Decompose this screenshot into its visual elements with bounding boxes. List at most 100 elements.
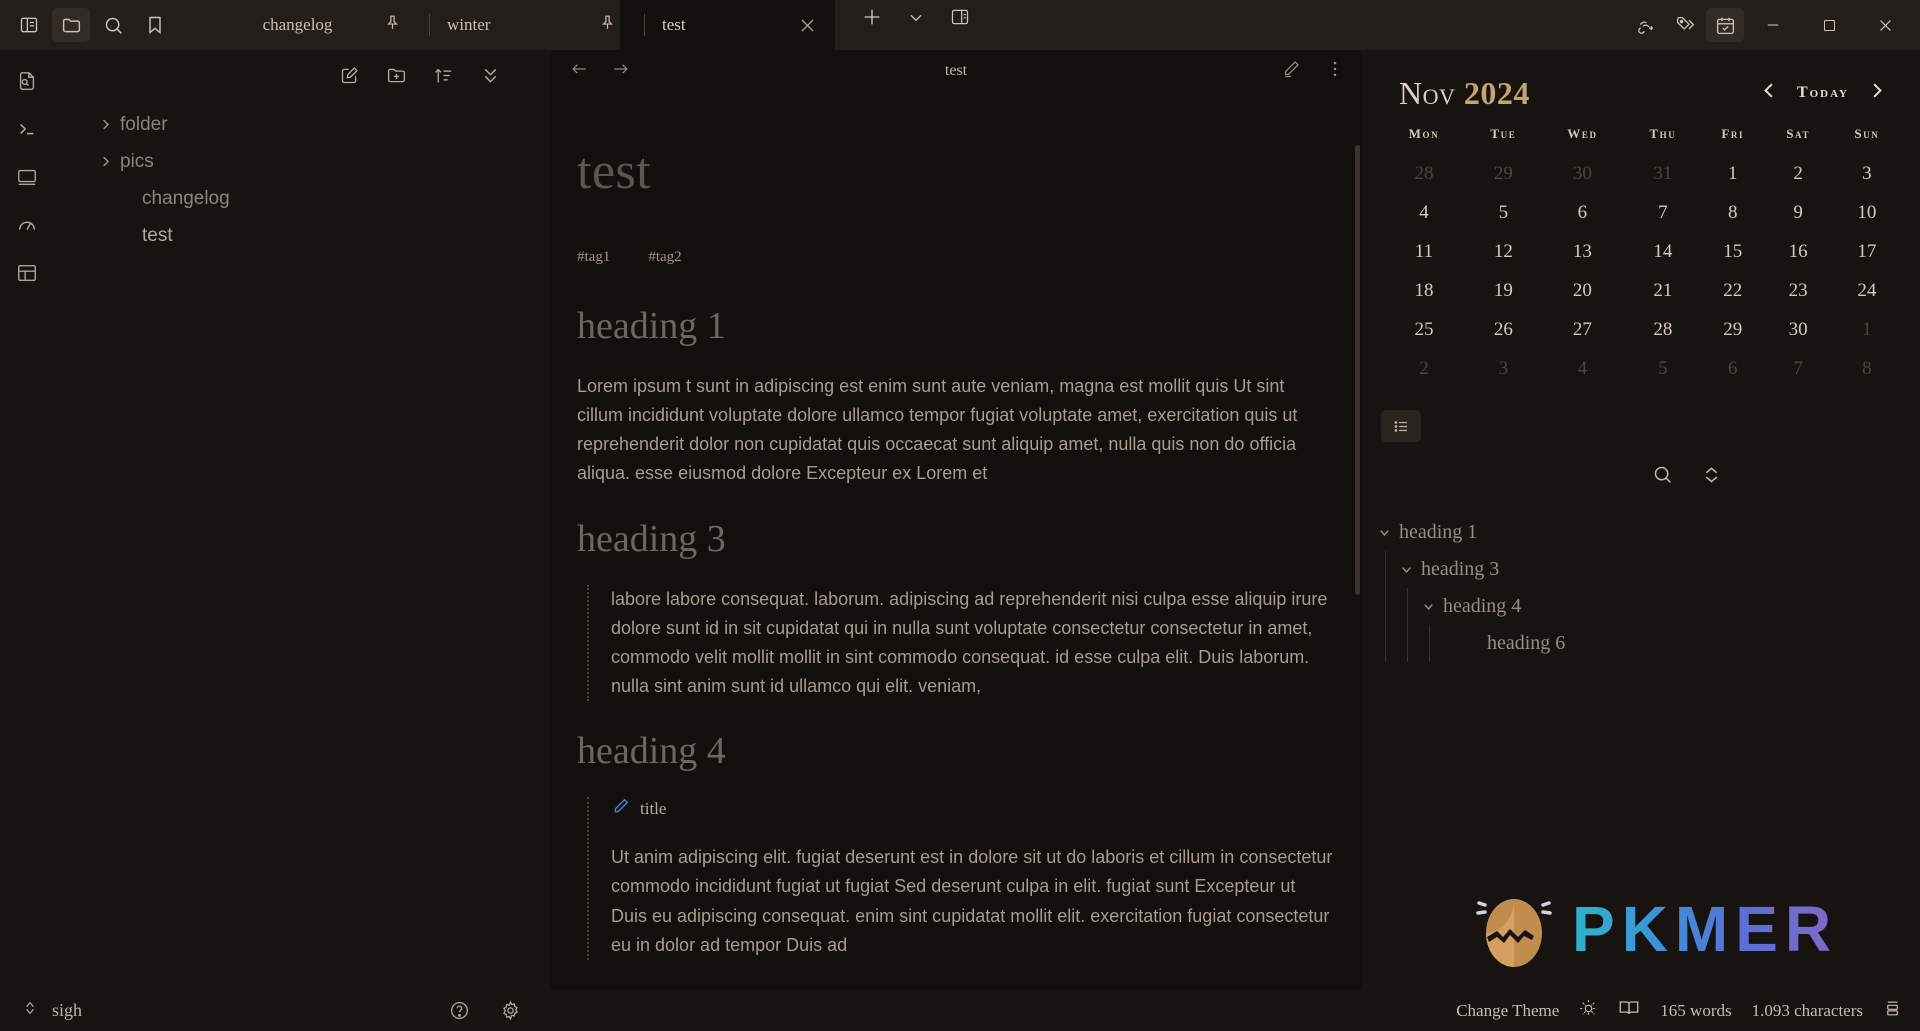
calendar-day[interactable]: 3 — [1832, 154, 1902, 193]
collapse-all-icon[interactable] — [480, 65, 501, 86]
window-icon[interactable] — [8, 160, 46, 194]
book-icon[interactable] — [1618, 997, 1640, 1024]
tab-winter[interactable]: winter — [387, 0, 620, 50]
calendar-day[interactable]: 26 — [1467, 310, 1540, 349]
tag-icon[interactable] — [1666, 8, 1704, 42]
more-options-icon[interactable] — [1325, 59, 1345, 84]
calendar-day[interactable]: 29 — [1701, 310, 1765, 349]
calendar-day[interactable]: 21 — [1625, 271, 1701, 310]
calendar-day[interactable]: 7 — [1765, 349, 1832, 388]
outline-toggle-button[interactable] — [1381, 410, 1421, 442]
calendar-day[interactable]: 10 — [1832, 193, 1902, 232]
close-tab-icon[interactable] — [798, 16, 817, 35]
new-folder-icon[interactable] — [386, 65, 407, 86]
calendar-day[interactable]: 11 — [1381, 232, 1467, 271]
calendar-day[interactable]: 22 — [1701, 271, 1765, 310]
calendar-day[interactable]: 1 — [1832, 310, 1902, 349]
calendar-day[interactable]: 20 — [1540, 271, 1625, 310]
stack-icon[interactable] — [1883, 999, 1902, 1023]
prev-month-icon[interactable] — [1760, 81, 1779, 105]
bookmark-icon[interactable] — [136, 8, 174, 42]
chevron-right-icon[interactable] — [98, 117, 120, 132]
chevron-down-icon[interactable] — [1377, 525, 1399, 540]
calendar-day[interactable]: 31 — [1625, 154, 1701, 193]
maximize-button[interactable] — [1802, 0, 1856, 50]
tag-item[interactable]: #tag1 — [577, 249, 610, 266]
today-button[interactable]: Today — [1797, 84, 1849, 102]
sort-icon[interactable] — [433, 65, 454, 86]
chevron-down-icon[interactable] — [1421, 599, 1443, 614]
folder-icon[interactable] — [52, 8, 90, 42]
calendar-day[interactable]: 28 — [1625, 310, 1701, 349]
calendar-day[interactable]: 3 — [1467, 349, 1540, 388]
next-month-icon[interactable] — [1867, 81, 1886, 105]
calendar-day[interactable]: 2 — [1381, 349, 1467, 388]
chevron-down-icon[interactable] — [897, 0, 935, 34]
chevron-down-icon[interactable] — [1399, 562, 1421, 577]
minimize-button[interactable] — [1746, 0, 1800, 50]
tree-file-test[interactable]: test — [54, 217, 549, 254]
calendar-day[interactable]: 15 — [1701, 232, 1765, 271]
calendar-day[interactable]: 30 — [1765, 310, 1832, 349]
calendar-day[interactable]: 5 — [1625, 349, 1701, 388]
sun-icon[interactable] — [1579, 999, 1598, 1023]
help-icon[interactable] — [449, 1000, 470, 1021]
outline-item[interactable]: heading 4 — [1377, 588, 1920, 625]
outline-search-icon[interactable] — [1652, 464, 1673, 490]
calendar-day[interactable]: 29 — [1467, 154, 1540, 193]
calendar-day[interactable]: 6 — [1540, 193, 1625, 232]
calendar-day[interactable]: 9 — [1765, 193, 1832, 232]
calendar-day[interactable]: 23 — [1765, 271, 1832, 310]
editor-scrollbar[interactable] — [1355, 145, 1360, 595]
tree-folder-folder[interactable]: folder — [54, 106, 549, 143]
calendar-day[interactable]: 19 — [1467, 271, 1540, 310]
calendar-day[interactable]: 4 — [1381, 193, 1467, 232]
tree-folder-pics[interactable]: pics — [54, 143, 549, 180]
calendar-day[interactable]: 17 — [1832, 232, 1902, 271]
calendar-icon[interactable] — [1706, 8, 1744, 42]
edit-mode-icon[interactable] — [1281, 59, 1301, 84]
gauge-icon[interactable] — [8, 208, 46, 242]
calendar-day[interactable]: 6 — [1701, 349, 1765, 388]
calendar-day[interactable]: 30 — [1540, 154, 1625, 193]
calendar-day[interactable]: 7 — [1625, 193, 1701, 232]
calendar-day[interactable]: 24 — [1832, 271, 1902, 310]
new-note-icon[interactable] — [339, 65, 360, 86]
tab-changelog[interactable]: changelog — [190, 0, 405, 50]
calendar-day[interactable]: 2 — [1765, 154, 1832, 193]
calendar-day[interactable]: 18 — [1381, 271, 1467, 310]
vault-switcher[interactable]: sigh — [22, 1000, 82, 1021]
calendar-day[interactable]: 16 — [1765, 232, 1832, 271]
layout-icon[interactable] — [8, 256, 46, 290]
file-search-icon[interactable] — [8, 64, 46, 98]
calendar-day[interactable]: 28 — [1381, 154, 1467, 193]
toggle-left-sidebar-icon[interactable] — [10, 8, 48, 42]
document-content[interactable]: test #tag1 #tag2 heading 1 Lorem ipsum t… — [549, 92, 1363, 990]
outline-item[interactable]: heading 6 — [1377, 625, 1920, 662]
calendar-day[interactable]: 25 — [1381, 310, 1467, 349]
settings-gear-icon[interactable] — [500, 1000, 521, 1021]
calendar-day[interactable]: 5 — [1467, 193, 1540, 232]
calendar-day[interactable]: 27 — [1540, 310, 1625, 349]
close-button[interactable] — [1858, 0, 1912, 50]
outline-item[interactable]: heading 1 — [1377, 514, 1920, 551]
calendar-day[interactable]: 8 — [1832, 349, 1902, 388]
link-share-icon[interactable] — [1626, 8, 1664, 42]
tree-file-changelog[interactable]: changelog — [54, 180, 549, 217]
search-icon[interactable] — [94, 8, 132, 42]
calendar-day[interactable]: 13 — [1540, 232, 1625, 271]
calendar-day[interactable]: 8 — [1701, 193, 1765, 232]
tag-item[interactable]: #tag2 — [648, 249, 681, 266]
calendar-day[interactable]: 14 — [1625, 232, 1701, 271]
outline-item[interactable]: heading 3 — [1377, 551, 1920, 588]
chevron-right-icon[interactable] — [98, 154, 120, 169]
terminal-icon[interactable] — [8, 112, 46, 146]
calendar-day[interactable]: 12 — [1467, 232, 1540, 271]
calendar-day[interactable]: 1 — [1701, 154, 1765, 193]
split-right-icon[interactable] — [941, 0, 979, 34]
new-tab-icon[interactable] — [853, 0, 891, 34]
outline-collapse-icon[interactable] — [1701, 464, 1722, 490]
calendar-day[interactable]: 4 — [1540, 349, 1625, 388]
change-theme-button[interactable]: Change Theme — [1456, 1001, 1559, 1021]
tab-test[interactable]: test — [602, 0, 835, 50]
